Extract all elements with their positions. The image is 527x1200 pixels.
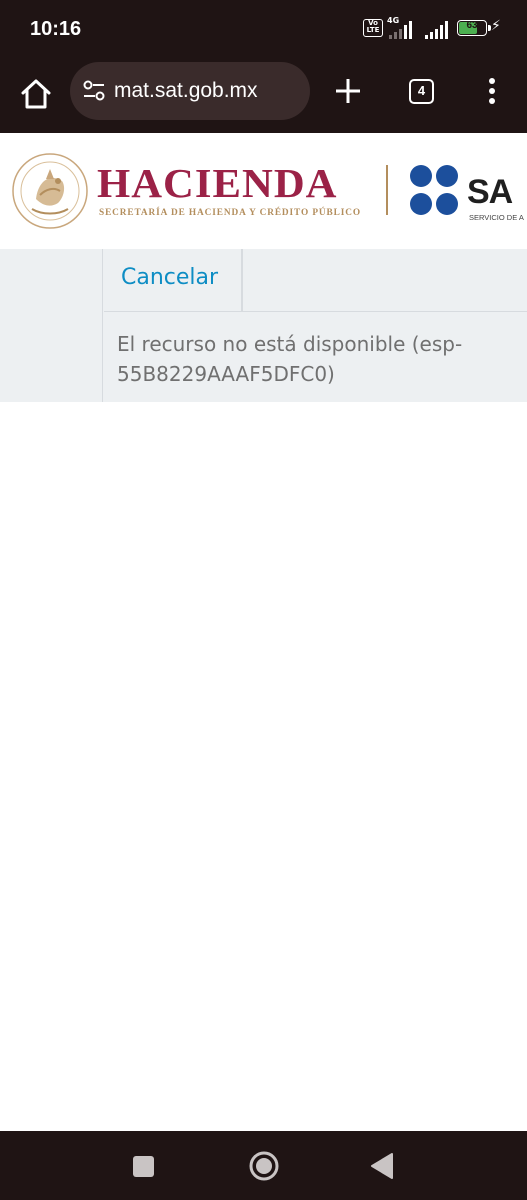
more-vert-icon[interactable] (480, 76, 504, 106)
status-bar: 10:16 Vo LTE 4G 63 ⚡ (0, 0, 527, 58)
home-button[interactable] (18, 76, 54, 112)
tune-icon[interactable] (82, 80, 106, 102)
header-divider (386, 165, 388, 215)
panel-tab-row: Cancelar (104, 249, 527, 312)
panel-sidebar (0, 249, 103, 402)
mexico-seal-logo (12, 153, 88, 229)
battery-icon: 63 (457, 20, 491, 36)
sat-title: SA (467, 173, 513, 211)
signal-sim2-icon (423, 19, 453, 39)
hacienda-subtitle: SECRETARÍA DE HACIENDA Y CRÉDITO PÚBLICO (99, 208, 362, 218)
volte-icon: Vo LTE (363, 19, 383, 37)
browser-toolbar: mat.sat.gob.mx 4 (0, 58, 527, 133)
square-icon[interactable] (133, 1156, 154, 1177)
status-time: 10:16 (30, 18, 82, 40)
hacienda-title: HACIENDA (97, 160, 338, 206)
system-nav-bar (0, 1131, 527, 1200)
tab-separator (241, 249, 243, 312)
triangle-back-icon[interactable] (370, 1152, 394, 1180)
status-icons: Vo LTE 4G 63 ⚡ (363, 16, 503, 43)
signal-sim1-icon (387, 19, 417, 39)
url-text[interactable]: mat.sat.gob.mx (114, 79, 258, 103)
circle-icon[interactable] (248, 1150, 280, 1182)
cancel-link[interactable]: Cancelar (121, 265, 218, 290)
sat-dots-logo (410, 165, 470, 219)
battery-percent: 63 (466, 20, 478, 31)
bolt-icon: ⚡ (491, 18, 501, 34)
home-icon (21, 79, 51, 109)
new-tab-button[interactable] (333, 76, 363, 106)
error-panel: Cancelar El recurso no está disponible (… (0, 249, 527, 402)
plus-icon (336, 79, 360, 103)
site-header: HACIENDA SECRETARÍA DE HACIENDA Y CRÉDIT… (0, 133, 527, 249)
sat-subtitle: SERVICIO DE A (469, 213, 524, 222)
tab-switcher-button[interactable]: 4 (409, 79, 434, 104)
address-bar[interactable]: mat.sat.gob.mx (70, 62, 310, 120)
error-message: El recurso no está disponible (esp-55B82… (117, 332, 463, 386)
